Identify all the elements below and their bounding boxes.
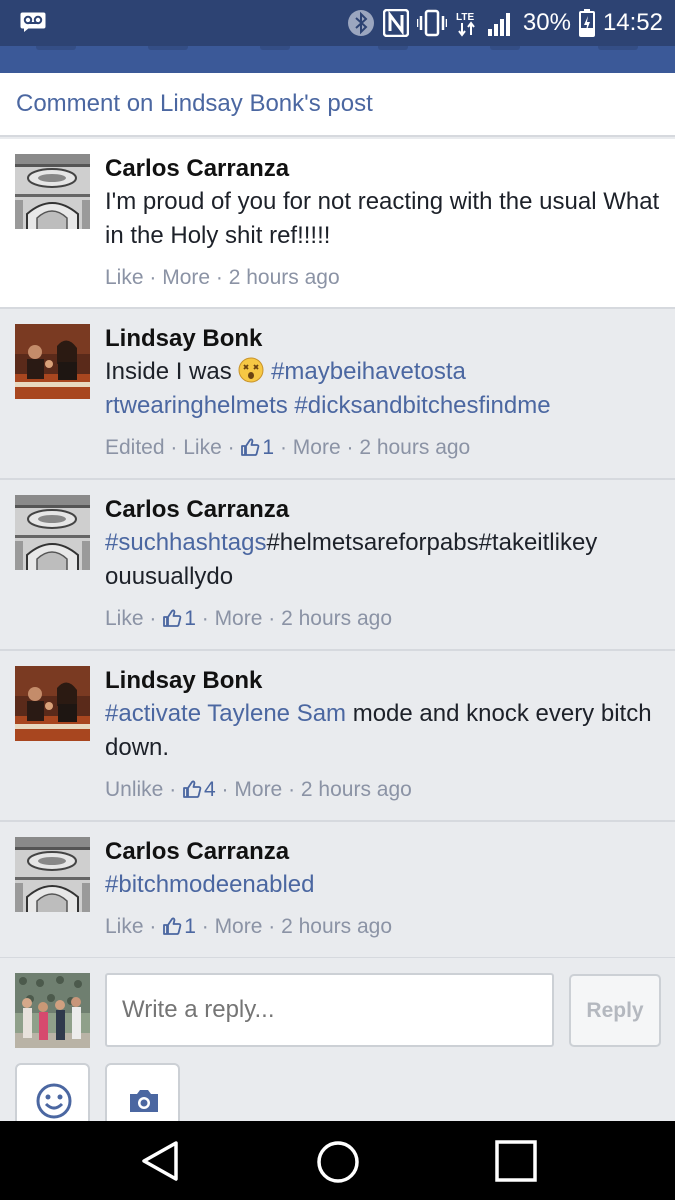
reply-button[interactable]: Reply	[569, 974, 661, 1047]
comment-text: Inside I was #maybeihavetosta rtwearingh…	[105, 355, 661, 423]
lte-icon: LTE	[456, 12, 475, 37]
thumbs-up-icon	[240, 437, 260, 457]
comment-text-part: ouusuallydo	[105, 563, 234, 590]
hashtag-link[interactable]: #maybeihavetosta	[271, 358, 466, 385]
like-link[interactable]: Like	[105, 266, 144, 289]
like-link[interactable]: Like	[105, 607, 144, 630]
comment-meta: Edited · Like · 1 · More · 2 hours ago	[105, 436, 471, 459]
avatar	[15, 973, 90, 1048]
comment-list: Carlos Carranza I'm proud of you for not…	[0, 139, 675, 959]
svg-text:LTE: LTE	[456, 12, 474, 23]
comment-time: 2 hours ago	[281, 915, 393, 938]
comment-time: 2 hours ago	[359, 436, 471, 459]
vibrate-icon	[416, 9, 447, 37]
comment-author[interactable]: Lindsay Bonk	[105, 323, 661, 355]
signal-icon	[487, 13, 510, 36]
like-count[interactable]: 1	[184, 915, 196, 938]
like-count[interactable]: 1	[262, 436, 274, 459]
comment-meta: Like · 1 · More · 2 hours ago	[105, 607, 393, 630]
like-count[interactable]: 1	[184, 607, 196, 630]
mention-link[interactable]: Taylene Sam	[207, 700, 346, 727]
hashtag-link[interactable]: rtwearinghelmets #dicksandbitchesfindme	[105, 392, 551, 419]
comment-meta: Unlike · 4 · More · 2 hours ago	[105, 778, 412, 801]
unlike-link[interactable]: Unlike	[105, 778, 163, 801]
facebook-nav-bar	[0, 46, 675, 73]
avatar[interactable]	[15, 666, 90, 741]
comment-text: #activate Taylene Sam mode and knock eve…	[105, 697, 661, 765]
avatar[interactable]	[15, 324, 90, 399]
status-bar: LTE 30% 14:52	[0, 0, 675, 46]
comment-author[interactable]: Lindsay Bonk	[105, 665, 661, 697]
hashtag-link[interactable]: #bitchmodeenabled	[105, 871, 315, 898]
comment-author[interactable]: Carlos Carranza	[105, 494, 661, 526]
hashtag-link[interactable]: #activate	[105, 700, 201, 727]
smiley-icon	[36, 1083, 72, 1119]
more-link[interactable]: More	[293, 436, 341, 459]
android-nav-bar	[0, 1121, 675, 1200]
like-link[interactable]: Like	[183, 436, 222, 459]
home-icon[interactable]	[316, 1140, 360, 1184]
recents-icon[interactable]	[495, 1140, 537, 1182]
like-count[interactable]: 4	[204, 778, 216, 801]
comment-text: #suchhashtags#helmetsareforpabs#takeitli…	[105, 526, 661, 594]
more-link[interactable]: More	[215, 915, 263, 938]
comment-item: Lindsay Bonk #activate Taylene Sam mode …	[0, 651, 675, 822]
more-link[interactable]: More	[215, 607, 263, 630]
comment-meta: Like · More · 2 hours ago	[105, 266, 340, 289]
like-link[interactable]: Like	[105, 915, 144, 938]
comment-text: I'm proud of you for not reacting with t…	[105, 188, 660, 249]
comment-header: Comment on Lindsay Bonk's post	[0, 73, 675, 137]
avatar[interactable]	[15, 154, 90, 229]
comment-time: 2 hours ago	[228, 266, 340, 289]
comment-author[interactable]: Carlos Carranza	[105, 153, 661, 185]
comment-item: Carlos Carranza #bitchmodeenabled Like ·…	[0, 822, 675, 959]
battery-charging-icon	[578, 9, 595, 37]
avatar[interactable]	[15, 837, 90, 912]
hashtag-link[interactable]: #suchhashtags	[105, 529, 266, 556]
reply-composer: Reply	[0, 958, 675, 1133]
comment-item: Lindsay Bonk Inside I was #maybeihavetos…	[0, 309, 675, 480]
comment-author[interactable]: Carlos Carranza	[105, 836, 661, 868]
comment-text-part: Inside I was	[105, 358, 232, 385]
thumbs-up-icon	[162, 608, 182, 628]
comment-item: Carlos Carranza I'm proud of you for not…	[0, 139, 675, 309]
edited-link[interactable]: Edited	[105, 436, 165, 459]
bluetooth-icon	[347, 10, 374, 36]
camera-icon	[130, 1090, 158, 1112]
more-link[interactable]: More	[162, 266, 210, 289]
page-title: Comment on Lindsay Bonk's post	[16, 90, 373, 117]
battery-percent: 30%	[522, 9, 571, 36]
comment-text: #bitchmodeenabled	[105, 868, 661, 902]
thumbs-up-icon	[162, 916, 182, 936]
avatar[interactable]	[15, 495, 90, 570]
more-link[interactable]: More	[234, 778, 282, 801]
voicemail-icon	[20, 12, 46, 32]
comment-time: 2 hours ago	[300, 778, 412, 801]
comment-text-part: #helmetsareforpabs#takeitlikey	[266, 529, 598, 556]
nfc-icon	[382, 9, 409, 37]
back-icon[interactable]	[140, 1140, 180, 1182]
thumbs-up-icon	[182, 779, 202, 799]
clock: 14:52	[602, 9, 663, 36]
reply-input[interactable]	[105, 973, 554, 1047]
comment-meta: Like · 1 · More · 2 hours ago	[105, 915, 393, 938]
comment-time: 2 hours ago	[281, 607, 393, 630]
dizzy-face-emoji	[238, 357, 264, 383]
comment-item: Carlos Carranza #suchhashtags#helmetsare…	[0, 480, 675, 651]
